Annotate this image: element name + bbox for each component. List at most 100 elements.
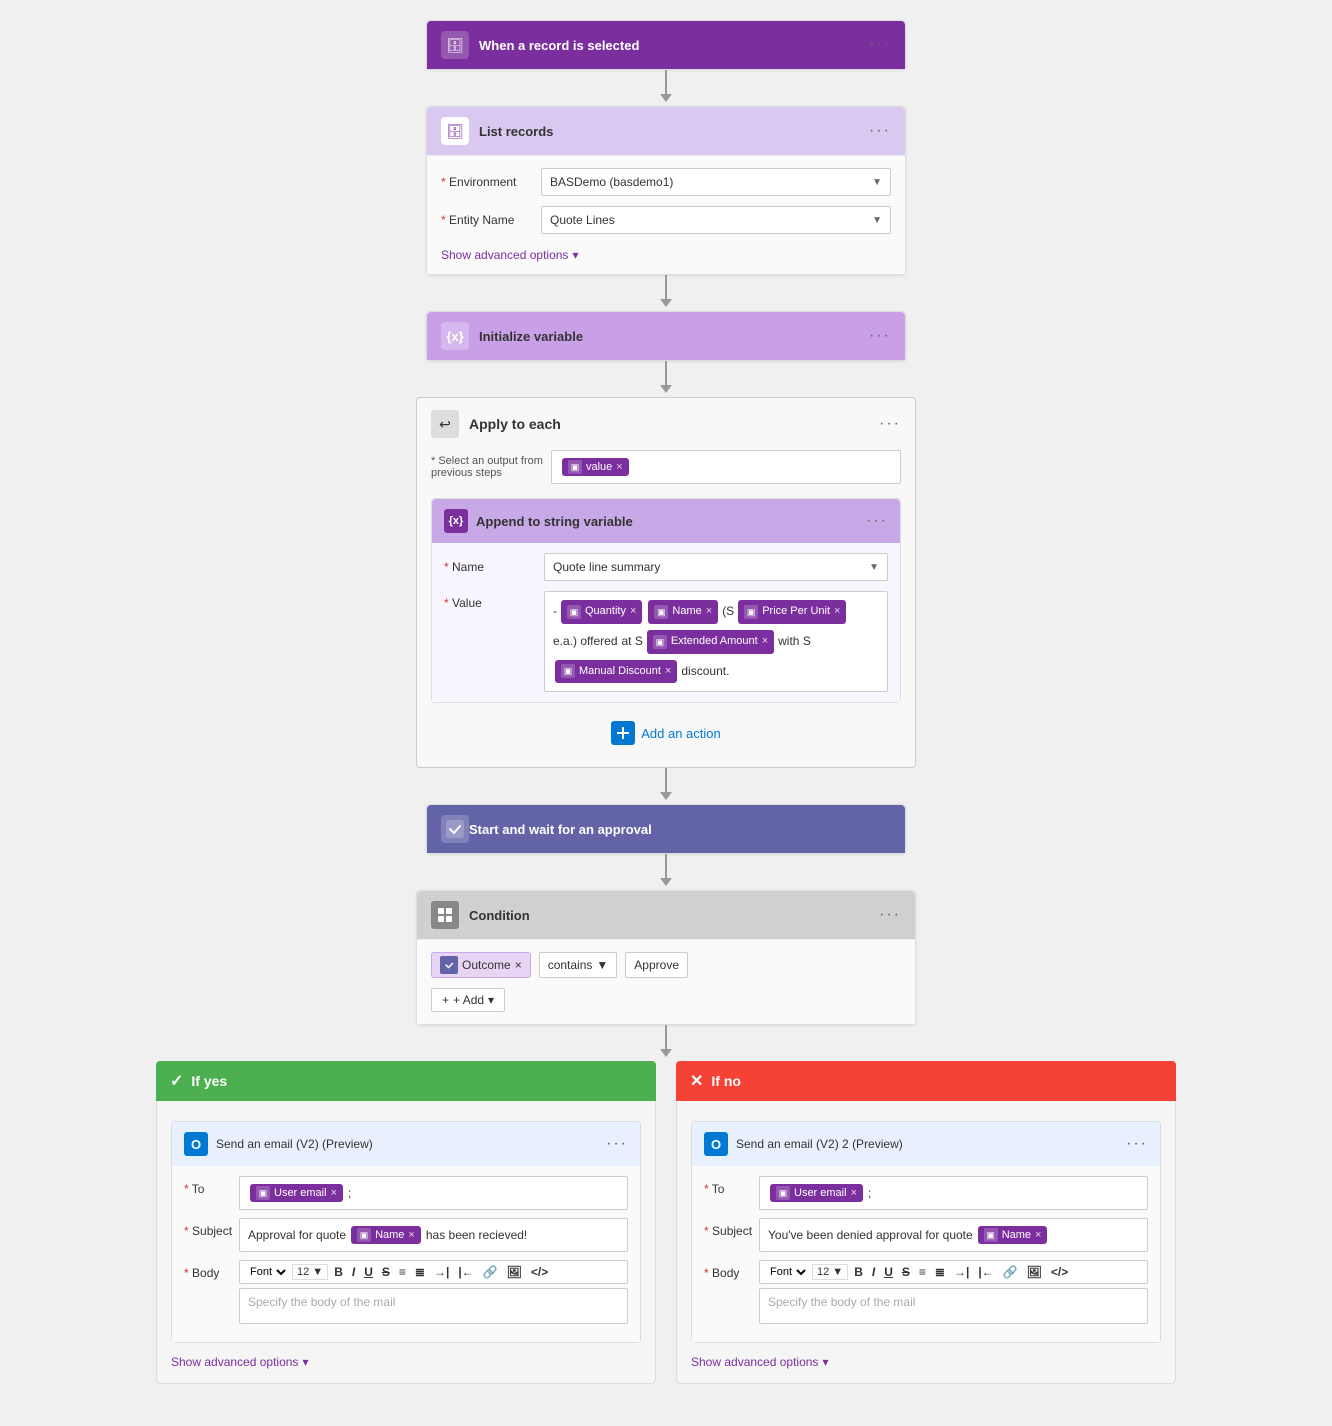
arrow-6: [660, 1025, 672, 1061]
apply-each-menu[interactable]: ···: [879, 415, 901, 433]
entity-name-dropdown-arrow: ▼: [872, 215, 882, 226]
no-bullets-btn[interactable]: ≡: [916, 1264, 929, 1280]
list-records-show-advanced[interactable]: Show advanced options ▾: [441, 244, 891, 262]
yes-show-advanced[interactable]: Show advanced options ▾: [171, 1351, 308, 1369]
init-variable-menu[interactable]: ···: [869, 327, 891, 345]
quantity-close[interactable]: ×: [630, 602, 636, 622]
no-subject-row: Subject You've been denied approval for …: [704, 1218, 1148, 1252]
price-per-unit-tag: ▣ Price Per Unit ×: [738, 600, 846, 624]
no-strikethrough-btn[interactable]: S: [899, 1264, 913, 1280]
yes-underline-btn[interactable]: U: [361, 1264, 376, 1280]
add-icon: +: [442, 993, 449, 1007]
yes-subject-value[interactable]: Approval for quote ▣ Name × has been rec…: [239, 1218, 628, 1252]
no-indent-btn[interactable]: →|: [951, 1264, 972, 1280]
no-show-advanced[interactable]: Show advanced options ▾: [691, 1351, 828, 1369]
name-close[interactable]: ×: [706, 602, 712, 622]
no-to-value[interactable]: ▣ User email × ;: [759, 1176, 1148, 1210]
approval-menu[interactable]: ···: [869, 820, 891, 838]
yes-to-value[interactable]: ▣ User email × ;: [239, 1176, 628, 1210]
yes-user-email-close[interactable]: ×: [331, 1187, 337, 1199]
yes-size-select[interactable]: 12 ▼: [292, 1264, 328, 1280]
no-body-input[interactable]: Specify the body of the mail: [759, 1288, 1148, 1324]
yes-body-label: Body: [184, 1260, 239, 1280]
no-branch: ✕ If no O Send an email (V2) 2 (Preview)…: [676, 1061, 1176, 1384]
extended-amount-close[interactable]: ×: [762, 632, 768, 652]
environment-value[interactable]: BASDemo (basdemo1) ▼: [541, 168, 891, 196]
yes-subject-label: Subject: [184, 1218, 239, 1238]
no-numbered-btn[interactable]: ≣: [932, 1264, 948, 1280]
price-per-unit-close[interactable]: ×: [834, 602, 840, 622]
no-subject-label: Subject: [704, 1218, 759, 1238]
approval-header: Start and wait for an approval ···: [427, 805, 905, 853]
select-output-field[interactable]: ▣ value ×: [551, 450, 901, 484]
yes-code-btn[interactable]: </>: [528, 1264, 551, 1280]
value-tag-icon: ▣: [568, 460, 582, 474]
yes-body-toolbar: Font 12 ▼ B I U S ≡ ≣ →| |←: [239, 1260, 628, 1284]
append-name-value[interactable]: Quote line summary ▼: [544, 553, 888, 581]
name-tag-icon: ▣: [654, 605, 668, 619]
no-outlook-icon: O: [704, 1132, 728, 1156]
no-underline-btn[interactable]: U: [881, 1264, 896, 1280]
no-font-select[interactable]: Font: [766, 1265, 809, 1279]
no-image-btn[interactable]: 🖼: [1024, 1264, 1045, 1280]
yes-subject-row: Subject Approval for quote ▣ Name × has …: [184, 1218, 628, 1252]
arrow-2: [660, 275, 672, 311]
outcome-close[interactable]: ×: [515, 958, 522, 972]
condition-icon: [431, 901, 459, 929]
manual-discount-close[interactable]: ×: [665, 662, 671, 682]
no-user-email-close[interactable]: ×: [851, 1187, 857, 1199]
no-outdent-btn[interactable]: |←: [975, 1264, 996, 1280]
value-tag-close[interactable]: ×: [616, 461, 622, 473]
no-name-close[interactable]: ×: [1035, 1229, 1041, 1241]
apply-each-title: Apply to each: [469, 416, 879, 432]
no-size-select[interactable]: 12 ▼: [812, 1264, 848, 1280]
yes-email-menu[interactable]: ···: [606, 1135, 628, 1153]
list-records-title: List records: [479, 124, 869, 139]
yes-italic-btn[interactable]: I: [349, 1264, 358, 1280]
no-link-btn[interactable]: 🔗: [1000, 1264, 1021, 1280]
append-value-label: Value: [444, 591, 544, 610]
yes-body-container: Font 12 ▼ B I U S ≡ ≣ →| |←: [239, 1260, 628, 1324]
no-subject-value[interactable]: You've been denied approval for quote ▣ …: [759, 1218, 1148, 1252]
yes-bold-btn[interactable]: B: [331, 1264, 346, 1280]
yes-strikethrough-btn[interactable]: S: [379, 1264, 393, 1280]
yes-numbered-btn[interactable]: ≣: [412, 1264, 428, 1280]
no-email-card: O Send an email (V2) 2 (Preview) ··· To …: [691, 1121, 1161, 1343]
condition-value[interactable]: Approve: [625, 952, 688, 978]
init-variable-icon: {x}: [441, 322, 469, 350]
trigger-menu[interactable]: ···: [869, 36, 891, 54]
price-per-unit-icon: ▣: [744, 605, 758, 619]
list-records-header: 🗄 List records ···: [427, 107, 905, 155]
append-string-menu[interactable]: ···: [866, 512, 888, 530]
entity-name-value[interactable]: Quote Lines ▼: [541, 206, 891, 234]
no-code-btn[interactable]: </>: [1048, 1264, 1071, 1280]
apply-each-container: ↩ Apply to each ··· * Select an output f…: [416, 397, 916, 768]
list-records-menu[interactable]: ···: [869, 122, 891, 140]
yes-name-close[interactable]: ×: [408, 1229, 414, 1241]
condition-menu[interactable]: ···: [879, 906, 901, 924]
append-value-field[interactable]: - ▣ Quantity × ▣ Name × (S: [544, 591, 888, 692]
select-output-label: * Select an output from previous steps: [431, 455, 551, 479]
no-bold-btn[interactable]: B: [851, 1264, 866, 1280]
apply-each-header: ↩ Apply to each ···: [431, 410, 901, 438]
yes-outdent-btn[interactable]: |←: [455, 1264, 476, 1280]
init-variable-title: Initialize variable: [479, 329, 869, 344]
yes-font-select[interactable]: Font: [246, 1265, 289, 1279]
yes-indent-btn[interactable]: →|: [431, 1264, 452, 1280]
outcome-tag: Outcome ×: [431, 952, 531, 978]
init-variable-card: {x} Initialize variable ···: [426, 311, 906, 361]
condition-row: Outcome × contains ▼ Approve: [431, 952, 901, 978]
operator-select[interactable]: contains ▼: [539, 952, 618, 978]
no-italic-btn[interactable]: I: [869, 1264, 878, 1280]
operator-arrow: ▼: [596, 958, 608, 972]
yes-user-email-icon: ▣: [256, 1186, 270, 1200]
yes-link-btn[interactable]: 🔗: [480, 1264, 501, 1280]
condition-add-button[interactable]: + + Add ▾: [431, 988, 505, 1012]
no-email-body: To ▣ User email × ; Subjec: [692, 1166, 1160, 1342]
extended-amount-tag: ▣ Extended Amount ×: [647, 630, 774, 654]
yes-bullets-btn[interactable]: ≡: [396, 1264, 409, 1280]
yes-image-btn[interactable]: 🖼: [504, 1264, 525, 1280]
add-action-button[interactable]: Add an action: [431, 713, 901, 753]
yes-body-input[interactable]: Specify the body of the mail: [239, 1288, 628, 1324]
no-email-menu[interactable]: ···: [1126, 1135, 1148, 1153]
